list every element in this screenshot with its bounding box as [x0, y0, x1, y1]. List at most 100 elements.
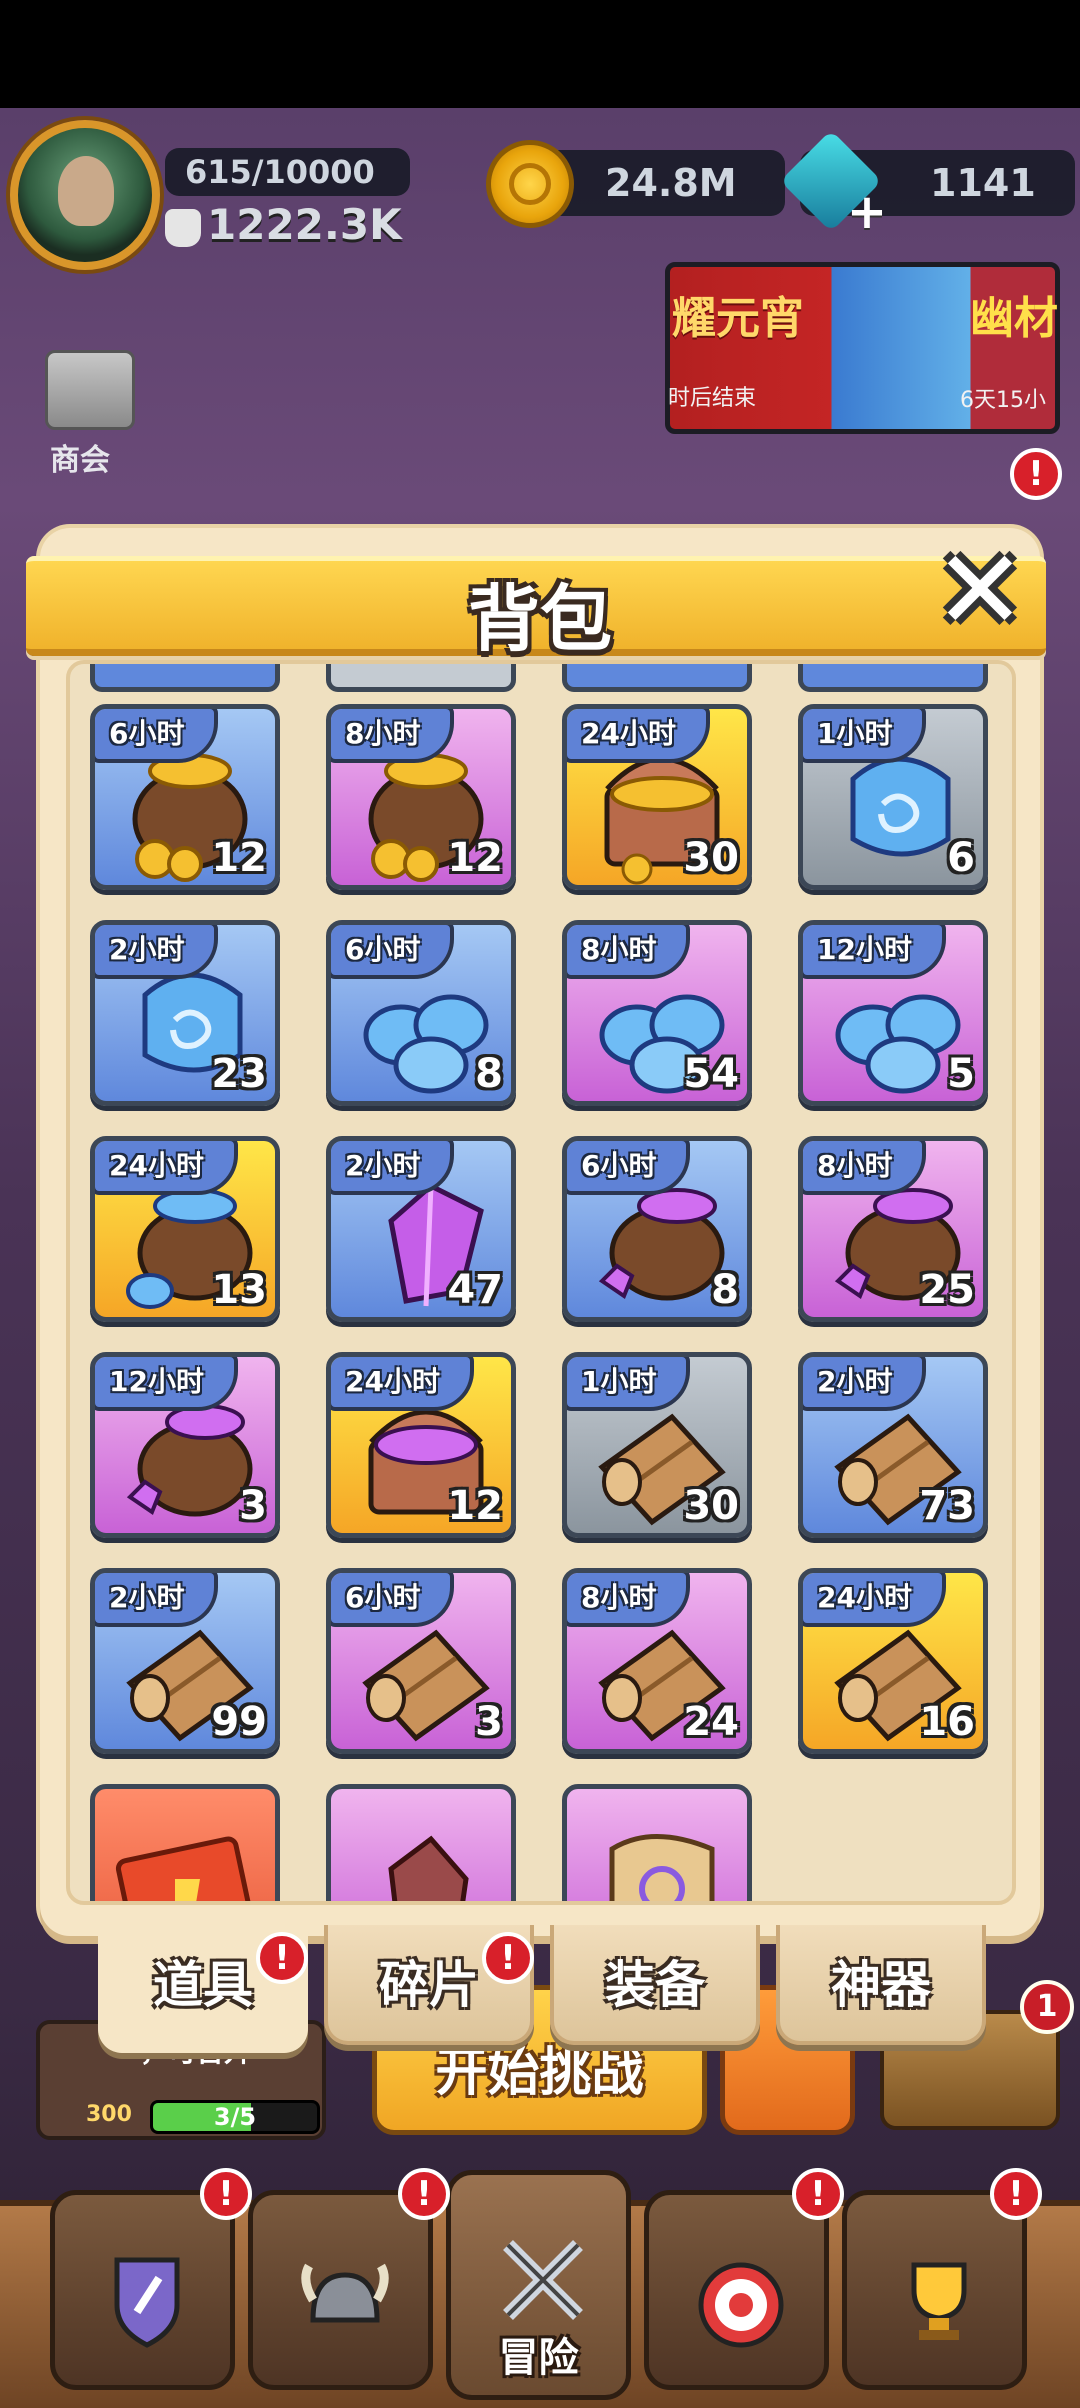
duration-tag: 8小时 — [567, 925, 691, 979]
item-slot[interactable] — [326, 1784, 516, 1901]
item-quantity: 99 — [211, 1699, 267, 1745]
gold-coin-icon — [486, 140, 574, 228]
alert-icon: ! — [200, 2168, 252, 2220]
player-avatar[interactable] — [10, 120, 160, 270]
duration-tag: 1小时 — [803, 709, 927, 763]
item-quantity: 73 — [919, 1483, 975, 1529]
item-quantity: 16 — [919, 1699, 975, 1745]
power-value: 1222.3K — [207, 200, 402, 249]
item-slot[interactable]: 24小时 13 — [90, 1136, 280, 1322]
tab-label: 碎片 — [379, 1956, 479, 2014]
item-slot[interactable]: 12小时 3 — [90, 1352, 280, 1538]
item-quantity: 30 — [683, 835, 739, 881]
duration-tag: 6小时 — [331, 925, 455, 979]
item-slot[interactable]: 6小时 12 — [90, 704, 280, 890]
tab-artifacts[interactable]: 神器 — [776, 1925, 986, 2045]
item-quantity: 5 — [947, 1051, 975, 1097]
alert-icon: ! — [482, 1932, 534, 1984]
tab-label: 装备 — [605, 1956, 705, 2014]
item-slot[interactable]: 8小时 24 — [562, 1568, 752, 1754]
event-timer-right: 6天15小 — [960, 388, 1046, 413]
xp-counter: 615/10000 — [165, 148, 410, 196]
item-slot[interactable] — [90, 1784, 280, 1901]
rank-card-number: 300 — [86, 2102, 132, 2127]
nav-trophy-button[interactable] — [842, 2190, 1027, 2390]
item-quantity: 3 — [239, 1483, 267, 1529]
item-slot[interactable]: 6小时 8 — [562, 1136, 752, 1322]
item-quantity: 54 — [683, 1051, 739, 1097]
nav-adventure-button[interactable]: 冒险 — [446, 2170, 631, 2400]
fist-icon — [165, 208, 201, 247]
item-quantity: 25 — [919, 1267, 975, 1313]
item-slot[interactable]: 8小时 54 — [562, 920, 752, 1106]
shop-icon[interactable] — [45, 350, 135, 430]
red-ore-icon — [388, 1835, 469, 1901]
event-title-right: 幽材 — [970, 293, 1058, 344]
item-quantity: 8 — [711, 1267, 739, 1313]
panel-title: 背包 — [467, 577, 612, 661]
item-quantity: 12 — [447, 1483, 503, 1529]
item-quantity: 12 — [447, 835, 503, 881]
duration-tag: 6小时 — [331, 1573, 455, 1627]
notification-badge: 1 — [1020, 1980, 1074, 2034]
alert-icon: ! — [256, 1932, 308, 1984]
item-slot[interactable]: 24小时 12 — [326, 1352, 516, 1538]
duration-tag: 2小时 — [95, 925, 219, 979]
duration-tag: 24小时 — [803, 1573, 946, 1627]
item-slot[interactable]: 8小时 12 — [326, 704, 516, 890]
item-quantity: 47 — [447, 1267, 503, 1313]
event-timer-left: 时后结束 — [668, 386, 757, 411]
duration-tag: 8小时 — [567, 1573, 691, 1627]
alert-icon: ! — [398, 2168, 450, 2220]
viking-helmet-icon — [301, 2263, 389, 2323]
item-quantity: 24 — [683, 1699, 739, 1745]
item-slot[interactable] — [562, 1784, 752, 1901]
nav-heroes-button[interactable] — [50, 2190, 235, 2390]
item-quantity: 12 — [211, 835, 267, 881]
item-quantity: 8 — [475, 1051, 503, 1097]
duration-tag: 24小时 — [567, 709, 710, 763]
nav-equipment-button[interactable] — [248, 2190, 433, 2390]
alert-icon: ! — [792, 2168, 844, 2220]
duration-tag: 2小时 — [803, 1357, 927, 1411]
item-slot[interactable]: 8小时 25 — [798, 1136, 988, 1322]
item-slot[interactable]: 2小时 73 — [798, 1352, 988, 1538]
duration-tag: 6小时 — [567, 1141, 691, 1195]
item-quantity: 23 — [211, 1051, 267, 1097]
alert-icon: ! — [990, 2168, 1042, 2220]
item-scroll-area[interactable]: 6小时 12 8小时 12 24小时 30 1小时 6 2小时 23 6小时 8 8小时 54 12小时 5 2… — [66, 660, 1016, 1905]
item-slot[interactable]: 2小时 47 — [326, 1136, 516, 1322]
item-slot[interactable]: 2小时 99 — [90, 1568, 280, 1754]
item-quantity: 6 — [947, 835, 975, 881]
alert-icon: ! — [1010, 448, 1062, 500]
game-screen: 615/10000 1222.3K 24.8M 1141 + 商会 耀元宵 时后… — [0, 0, 1080, 2408]
scroll-icon — [609, 1834, 715, 1901]
item-slot[interactable]: 2小时 23 — [90, 920, 280, 1106]
item-quantity: 30 — [683, 1483, 739, 1529]
item-slot[interactable]: 12小时 5 — [798, 920, 988, 1106]
add-gems-icon[interactable]: + — [845, 188, 889, 236]
duration-tag: 24小时 — [95, 1141, 238, 1195]
duration-tag: 2小时 — [331, 1141, 455, 1195]
item-slot[interactable]: 24小时 16 — [798, 1568, 988, 1754]
item-slot[interactable]: 1小时 6 — [798, 704, 988, 890]
event-title-left: 耀元宵 — [672, 293, 804, 344]
duration-tag: 12小时 — [95, 1357, 238, 1411]
duration-tag: 12小时 — [803, 925, 946, 979]
nav-adventure-label: 冒险 — [498, 2335, 579, 2381]
item-slot[interactable]: 1小时 30 — [562, 1352, 752, 1538]
item-slot[interactable]: 24小时 30 — [562, 704, 752, 890]
rank-progress-value: 3/5 — [213, 2103, 257, 2131]
duration-tag: 8小时 — [803, 1141, 927, 1195]
target-icon — [698, 2262, 784, 2348]
item-quantity: 13 — [211, 1267, 267, 1313]
shop-label: 商会 — [50, 443, 110, 478]
item-slot[interactable]: 6小时 8 — [326, 920, 516, 1106]
duration-tag: 6小时 — [95, 709, 219, 763]
nav-target-button[interactable] — [644, 2190, 829, 2390]
item-slot[interactable]: 6小时 3 — [326, 1568, 516, 1754]
red-card-icon — [115, 1836, 255, 1901]
shield-sword-icon — [114, 2257, 180, 2348]
close-button[interactable]: ✕ — [930, 535, 1030, 645]
tab-equipment[interactable]: 装备 — [550, 1925, 760, 2045]
